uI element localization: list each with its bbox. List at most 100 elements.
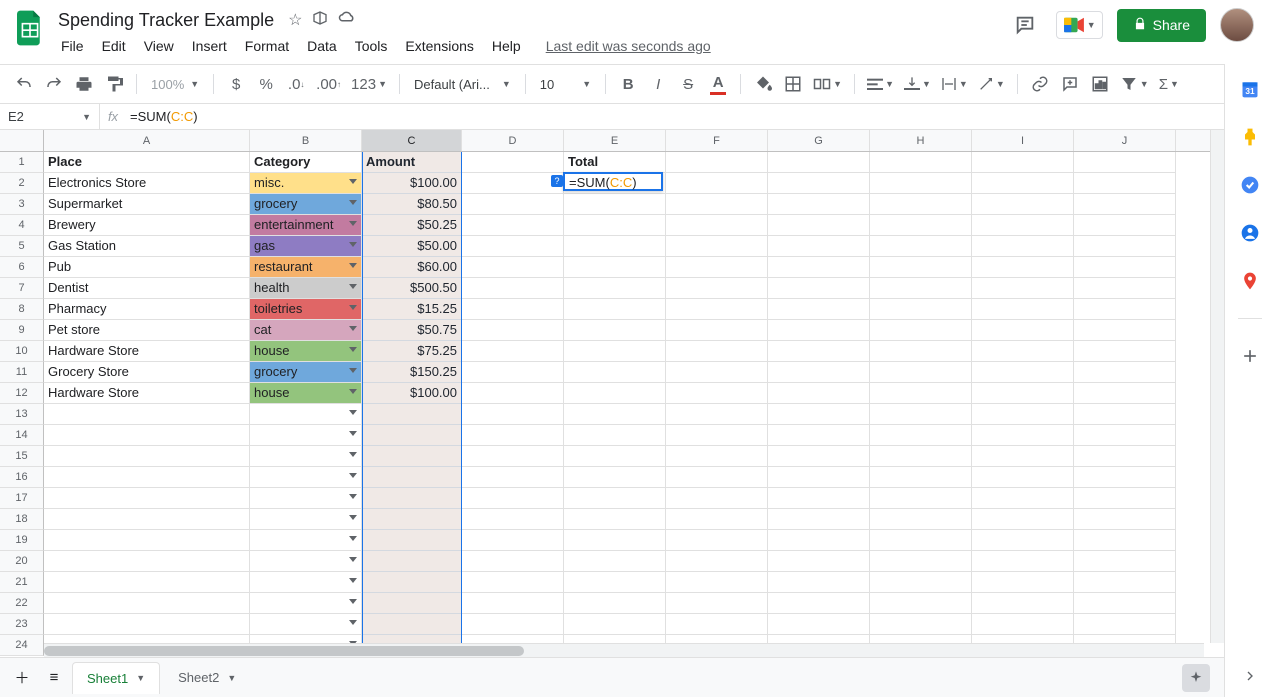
row-header[interactable]: 23: [0, 614, 44, 635]
cell-E17[interactable]: [564, 488, 666, 509]
cell-H11[interactable]: [870, 362, 972, 383]
cell-D10[interactable]: [462, 341, 564, 362]
cell-J11[interactable]: [1074, 362, 1176, 383]
cell-I8[interactable]: [972, 299, 1074, 320]
share-button[interactable]: Share: [1117, 9, 1206, 42]
text-color-button[interactable]: A: [704, 70, 732, 98]
cell-J2[interactable]: [1074, 173, 1176, 194]
menu-extensions[interactable]: Extensions: [398, 35, 480, 57]
cell-B12[interactable]: house: [250, 383, 362, 404]
cell-J9[interactable]: [1074, 320, 1176, 341]
functions-button[interactable]: Σ▼: [1155, 70, 1183, 98]
cell-H14[interactable]: [870, 425, 972, 446]
cell-F12[interactable]: [666, 383, 768, 404]
row-header[interactable]: 2: [0, 173, 44, 194]
vertical-align-button[interactable]: ▼: [900, 70, 935, 98]
cell-B5[interactable]: gas: [250, 236, 362, 257]
move-icon[interactable]: [312, 10, 328, 31]
cell-C5[interactable]: $50.00: [362, 236, 462, 257]
font-size-select[interactable]: 10▼: [534, 77, 597, 92]
row-header[interactable]: 12: [0, 383, 44, 404]
cell-C20[interactable]: [362, 551, 462, 572]
cell-F10[interactable]: [666, 341, 768, 362]
dropdown-icon[interactable]: [349, 452, 357, 457]
cell-E16[interactable]: [564, 467, 666, 488]
cell-I9[interactable]: [972, 320, 1074, 341]
account-avatar[interactable]: [1220, 8, 1254, 42]
cell-B18[interactable]: [250, 509, 362, 530]
row-header[interactable]: 16: [0, 467, 44, 488]
cell-J5[interactable]: [1074, 236, 1176, 257]
cell-C8[interactable]: $15.25: [362, 299, 462, 320]
dropdown-icon[interactable]: [349, 347, 357, 352]
cell-C6[interactable]: $60.00: [362, 257, 462, 278]
cell-E4[interactable]: [564, 215, 666, 236]
cell-E10[interactable]: [564, 341, 666, 362]
cell-F9[interactable]: [666, 320, 768, 341]
cell-B20[interactable]: [250, 551, 362, 572]
meet-button[interactable]: ▼: [1056, 11, 1103, 39]
cell-H8[interactable]: [870, 299, 972, 320]
cell-J16[interactable]: [1074, 467, 1176, 488]
cell-G16[interactable]: [768, 467, 870, 488]
spreadsheet-grid[interactable]: ABCDEFGHIJ 1PlaceCategoryAmountTotal2Ele…: [0, 130, 1224, 657]
cell-C17[interactable]: [362, 488, 462, 509]
undo-button[interactable]: [10, 70, 38, 98]
menu-insert[interactable]: Insert: [185, 35, 234, 57]
cell-I12[interactable]: [972, 383, 1074, 404]
row-header[interactable]: 24: [0, 635, 44, 656]
cell-J10[interactable]: [1074, 341, 1176, 362]
keep-icon[interactable]: [1239, 126, 1261, 148]
cell-I5[interactable]: [972, 236, 1074, 257]
col-header-E[interactable]: E: [564, 130, 666, 151]
cell-I16[interactable]: [972, 467, 1074, 488]
cell-B8[interactable]: toiletries: [250, 299, 362, 320]
cell-E1[interactable]: Total: [564, 152, 666, 173]
cell-E5[interactable]: [564, 236, 666, 257]
maps-icon[interactable]: [1239, 270, 1261, 292]
font-select[interactable]: Default (Ari...▼: [408, 77, 517, 92]
col-header-I[interactable]: I: [972, 130, 1074, 151]
cell-J23[interactable]: [1074, 614, 1176, 635]
cell-B21[interactable]: [250, 572, 362, 593]
cell-C7[interactable]: $500.50: [362, 278, 462, 299]
cell-J8[interactable]: [1074, 299, 1176, 320]
cell-G10[interactable]: [768, 341, 870, 362]
cell-D13[interactable]: [462, 404, 564, 425]
cell-D16[interactable]: [462, 467, 564, 488]
cell-B10[interactable]: house: [250, 341, 362, 362]
cell-B3[interactable]: grocery: [250, 194, 362, 215]
cell-H15[interactable]: [870, 446, 972, 467]
horizontal-scrollbar[interactable]: [44, 643, 1204, 657]
cell-I18[interactable]: [972, 509, 1074, 530]
dropdown-icon[interactable]: [349, 221, 357, 226]
cell-F22[interactable]: [666, 593, 768, 614]
tab-sheet2[interactable]: Sheet2▼: [164, 662, 250, 693]
cell-A12[interactable]: Hardware Store: [44, 383, 250, 404]
menu-edit[interactable]: Edit: [95, 35, 133, 57]
cell-A15[interactable]: [44, 446, 250, 467]
cell-G4[interactable]: [768, 215, 870, 236]
decrease-decimal-button[interactable]: .0↓: [282, 70, 310, 98]
cell-D1[interactable]: [462, 152, 564, 173]
col-header-F[interactable]: F: [666, 130, 768, 151]
formula-help-icon[interactable]: ?: [551, 175, 563, 187]
cell-D4[interactable]: [462, 215, 564, 236]
cell-D15[interactable]: [462, 446, 564, 467]
add-on-icon[interactable]: [1239, 345, 1261, 367]
cell-J6[interactable]: [1074, 257, 1176, 278]
row-header[interactable]: 21: [0, 572, 44, 593]
menu-data[interactable]: Data: [300, 35, 344, 57]
redo-button[interactable]: [40, 70, 68, 98]
row-header[interactable]: 14: [0, 425, 44, 446]
cell-H17[interactable]: [870, 488, 972, 509]
cell-J17[interactable]: [1074, 488, 1176, 509]
cell-H18[interactable]: [870, 509, 972, 530]
cell-I7[interactable]: [972, 278, 1074, 299]
cell-B15[interactable]: [250, 446, 362, 467]
cell-H12[interactable]: [870, 383, 972, 404]
menu-format[interactable]: Format: [238, 35, 296, 57]
borders-button[interactable]: [779, 70, 807, 98]
cell-D14[interactable]: [462, 425, 564, 446]
cell-J7[interactable]: [1074, 278, 1176, 299]
